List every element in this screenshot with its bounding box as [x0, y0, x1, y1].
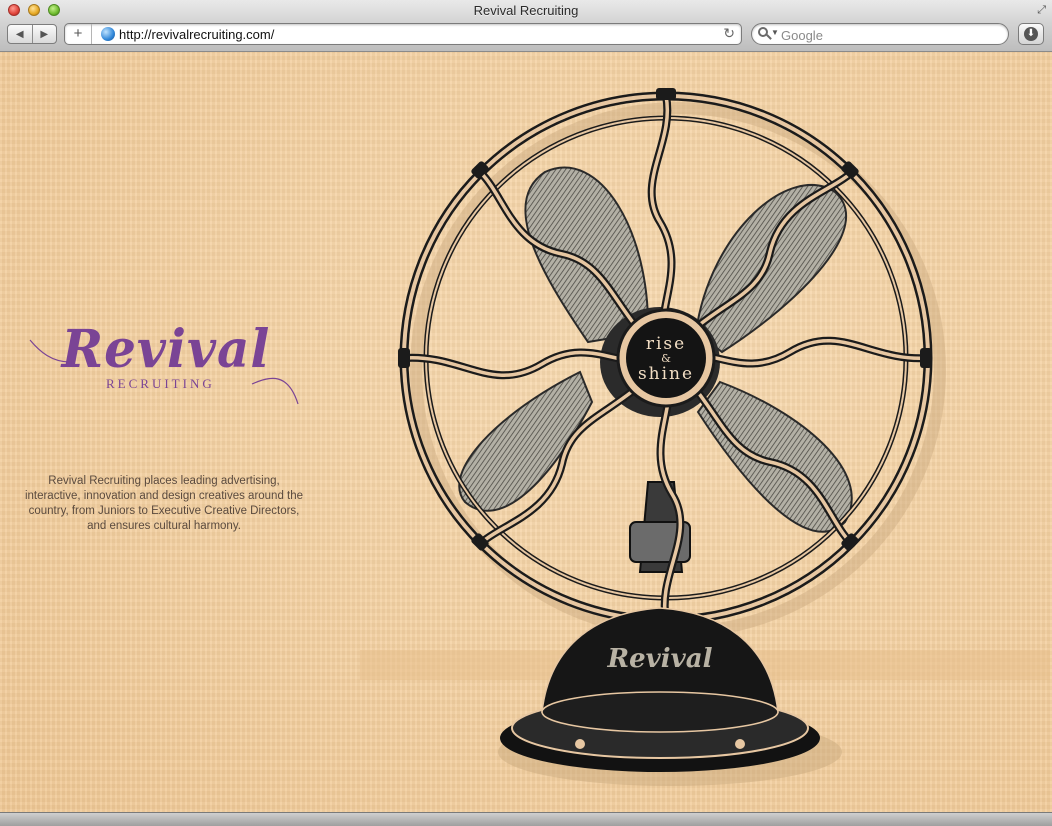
tagline-line: Revival Recruiting places leading advert… — [48, 475, 280, 487]
address-bar[interactable]: + http://revivalrecruiting.com/ ↻ — [64, 23, 742, 45]
back-button[interactable]: ◀ — [8, 25, 33, 43]
hub-text-line3: shine — [638, 364, 694, 384]
search-field[interactable]: ▼ — [751, 23, 1009, 45]
globe-icon — [101, 27, 115, 41]
downloads-button[interactable]: ⬇ — [1018, 23, 1044, 45]
search-icon[interactable] — [758, 27, 768, 37]
logo-wordmark: Revival — [61, 317, 271, 380]
vintage-fan-illustration: rise & shine Revival — [360, 88, 1050, 786]
status-bar — [0, 812, 1052, 826]
fan-base: Revival — [498, 607, 842, 786]
fan-hub[interactable]: rise & shine — [616, 308, 716, 408]
url-text[interactable]: http://revivalrecruiting.com/ — [119, 27, 274, 42]
fullscreen-icon[interactable]: ⤢ — [1037, 4, 1046, 17]
forward-button[interactable]: ▶ — [33, 25, 57, 43]
tagline: Revival Recruiting places leading advert… — [22, 474, 306, 534]
tagline-line: and ensures cultural harmony. — [87, 520, 241, 532]
download-icon: ⬇ — [1024, 27, 1038, 41]
search-input[interactable] — [779, 25, 1003, 45]
browser-toolbar: Revival Recruiting ⤢ ◀ ▶ + http://reviva… — [0, 0, 1052, 52]
base-brand-text: Revival — [607, 644, 713, 674]
add-bookmark-button[interactable]: + — [65, 24, 92, 44]
window-title: Revival Recruiting — [473, 3, 579, 18]
page-viewport: Revival RECRUITING Revival Recruiting pl… — [0, 52, 1052, 812]
tagline-line: country, from Juniors to Executive Creat… — [28, 505, 300, 517]
hub-text-line1: rise — [646, 334, 686, 354]
chevron-down-icon[interactable]: ▼ — [771, 28, 779, 37]
logo[interactable]: Revival RECRUITING — [26, 317, 306, 405]
tagline-line: interactive, innovation and design creat… — [24, 490, 304, 502]
reload-button[interactable]: ↻ — [723, 25, 735, 42]
history-nav: ◀ ▶ — [7, 24, 57, 44]
browser-window: Revival Recruiting ⤢ ◀ ▶ + http://reviva… — [0, 0, 1052, 826]
